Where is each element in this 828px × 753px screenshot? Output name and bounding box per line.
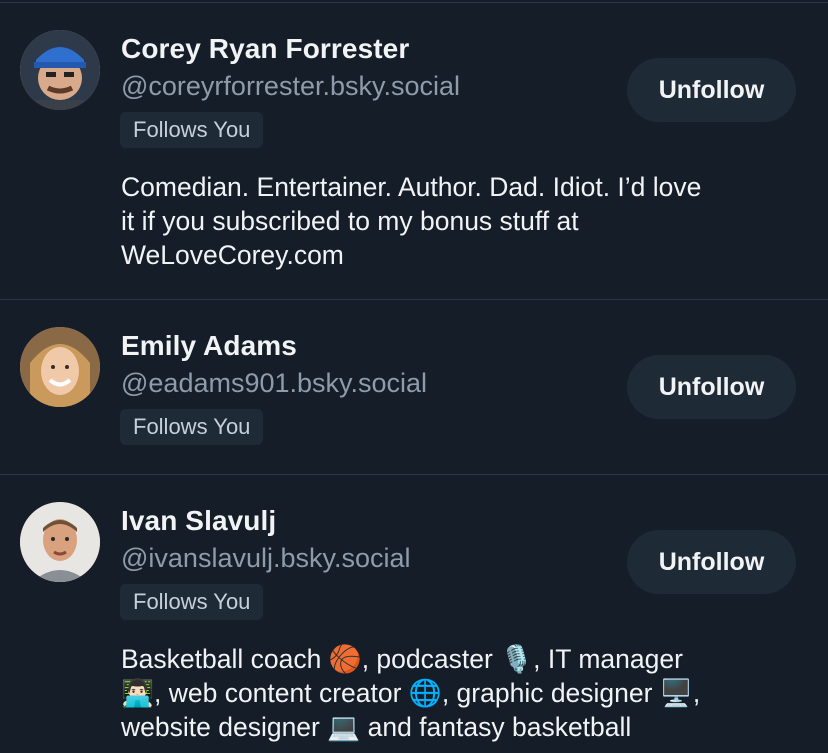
unfollow-button[interactable]: Unfollow xyxy=(627,530,796,594)
display-name[interactable]: Ivan Slavulj xyxy=(121,505,276,537)
display-name[interactable]: Emily Adams xyxy=(121,330,297,362)
handle: @coreyrforrester.bsky.social xyxy=(121,71,461,101)
follows-you-badge: Follows You xyxy=(120,584,264,620)
bio-line: Basketball coach 🏀, podcaster 🎙️, IT man… xyxy=(121,644,683,674)
avatar[interactable] xyxy=(20,502,100,582)
follows-you-badge: Follows You xyxy=(120,409,264,445)
avatar[interactable] xyxy=(20,327,100,407)
profile-item-corey[interactable]: Corey Ryan Forrester @coreyrforrester.bs… xyxy=(0,0,828,299)
unfollow-button[interactable]: Unfollow xyxy=(627,58,796,122)
display-name[interactable]: Corey Ryan Forrester xyxy=(121,33,409,65)
handle: @eadams901.bsky.social xyxy=(121,368,428,398)
avatar[interactable] xyxy=(20,30,100,110)
bio-line: website designer 💻 and fantasy basketbal… xyxy=(121,712,632,742)
avatar-image xyxy=(20,30,100,110)
avatar-image xyxy=(20,502,100,582)
follows-you-badge: Follows You xyxy=(120,112,264,148)
bio-line: 👨🏻‍💻, web content creator 🌐, graphic des… xyxy=(121,678,701,708)
avatar-image xyxy=(20,327,100,407)
bio-line: it if you subscribed to my bonus stuff a… xyxy=(121,206,579,236)
bio: Basketball coach 🏀, podcaster 🎙️, IT man… xyxy=(121,642,801,744)
unfollow-button[interactable]: Unfollow xyxy=(627,355,796,419)
profile-item-ivan[interactable]: Ivan Slavulj @ivanslavulj.bsky.social Fo… xyxy=(0,475,828,753)
handle: @ivanslavulj.bsky.social xyxy=(121,543,411,573)
bio-link[interactable]: WeLoveCorey.com xyxy=(121,238,801,272)
bio-line: Comedian. Entertainer. Author. Dad. Idio… xyxy=(121,172,702,202)
bio: Comedian. Entertainer. Author. Dad. Idio… xyxy=(121,170,801,272)
following-list: Corey Ryan Forrester @coreyrforrester.bs… xyxy=(0,0,828,753)
profile-item-emily[interactable]: Emily Adams @eadams901.bsky.social Follo… xyxy=(0,300,828,474)
